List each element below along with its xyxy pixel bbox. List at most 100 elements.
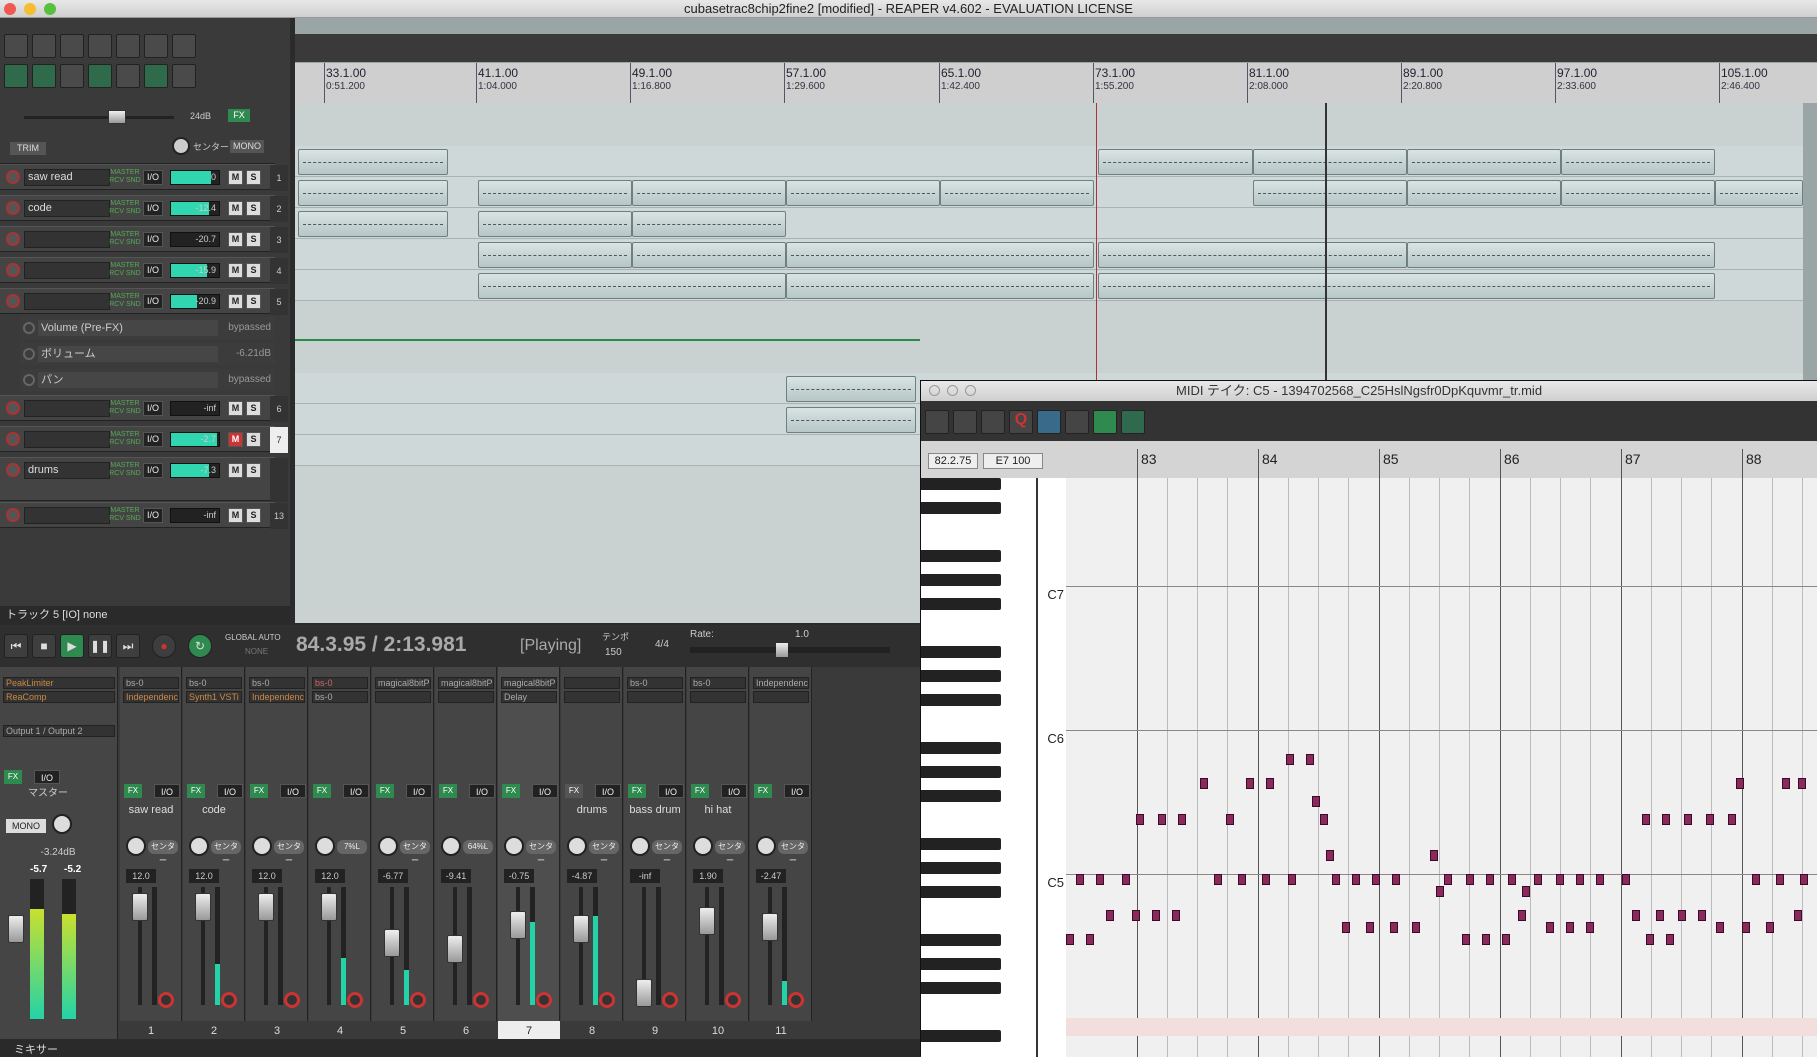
midi-note[interactable] (1390, 922, 1398, 933)
grid-icon[interactable] (116, 64, 140, 88)
track-volume[interactable]: -20.7 (170, 232, 220, 247)
fx-button[interactable]: FX (313, 784, 331, 798)
midi-note[interactable] (1576, 874, 1584, 885)
mute-button[interactable]: M (228, 401, 243, 416)
media-item[interactable] (1407, 242, 1715, 268)
record-arm-button[interactable] (788, 992, 804, 1008)
fx-slot[interactable]: magical8bitPlu (438, 677, 494, 689)
folder-icon[interactable] (270, 458, 288, 502)
fx-button[interactable]: FX (691, 784, 709, 798)
midi-note[interactable] (1412, 922, 1420, 933)
midi-note[interactable] (1632, 910, 1640, 921)
piano-roll-grid[interactable] (1036, 478, 1817, 1057)
solo-button[interactable]: S (246, 263, 261, 278)
list-view-icon[interactable] (925, 410, 949, 434)
project-settings-icon[interactable] (88, 34, 112, 58)
pan-knob[interactable] (378, 836, 398, 856)
midi-note[interactable] (1066, 934, 1074, 945)
solo-button[interactable]: S (246, 432, 261, 447)
media-item[interactable] (478, 242, 632, 268)
solo-button[interactable]: S (246, 232, 261, 247)
midi-note[interactable] (1200, 778, 1208, 789)
midi-note[interactable] (1752, 874, 1760, 885)
mute-button[interactable]: M (228, 294, 243, 309)
track-volume[interactable]: 0 (170, 170, 220, 185)
master-io-button[interactable]: I/O (34, 770, 60, 784)
midi-note[interactable] (1238, 874, 1246, 885)
record-arm-button[interactable] (6, 294, 20, 308)
pan-knob[interactable] (630, 836, 650, 856)
midi-note[interactable] (1646, 934, 1654, 945)
record-arm-button[interactable] (6, 263, 20, 277)
media-item[interactable] (1561, 149, 1715, 175)
redo-icon[interactable] (144, 34, 168, 58)
master-fx-button[interactable]: FX (4, 770, 22, 784)
volume-value[interactable]: 12.0 (252, 869, 282, 883)
midi-note[interactable] (1716, 922, 1724, 933)
track-volume[interactable]: -2.7 (170, 432, 220, 447)
midi-note[interactable] (1288, 874, 1296, 885)
fx-slot[interactable]: Independence (249, 691, 305, 703)
track-name[interactable] (24, 400, 110, 417)
fx-button[interactable]: FX (502, 784, 520, 798)
fx-slot[interactable]: Independence (753, 677, 809, 689)
mono-button[interactable]: MONO (6, 819, 46, 833)
media-item[interactable] (298, 180, 448, 206)
pan-knob[interactable] (504, 836, 524, 856)
record-arm-button[interactable] (284, 992, 300, 1008)
fx-slot[interactable]: Delay (501, 691, 557, 703)
volume-fader[interactable] (258, 893, 274, 921)
track-row[interactable]: saw read MASTER RCV SND I/O 0 M S 1 (0, 164, 288, 191)
volume-value[interactable]: 1.90 (693, 869, 723, 883)
track-name[interactable]: code (24, 200, 110, 217)
media-item[interactable] (1253, 149, 1407, 175)
midi-note[interactable] (1656, 910, 1664, 921)
open-project-icon[interactable] (32, 34, 56, 58)
solo-button[interactable]: S (246, 170, 261, 185)
midi-note[interactable] (1482, 934, 1490, 945)
midi-note[interactable] (1332, 874, 1340, 885)
envelope-lane[interactable]: Volume (Pre-FX) bypassed (20, 317, 275, 339)
fx-slot[interactable] (438, 691, 494, 703)
fx-slot[interactable]: PeakLimiter (3, 677, 115, 689)
midi-note[interactable] (1312, 796, 1320, 807)
media-item[interactable] (298, 149, 448, 175)
fx-slot[interactable] (375, 691, 431, 703)
track-name[interactable] (24, 262, 110, 279)
record-arm-button[interactable] (725, 992, 741, 1008)
midi-note[interactable] (1076, 874, 1084, 885)
quantize-icon[interactable]: Q (1009, 410, 1033, 434)
io-button[interactable]: I/O (143, 401, 163, 416)
record-arm-button[interactable] (662, 992, 678, 1008)
ripple-edit-icon[interactable] (32, 64, 56, 88)
media-item[interactable] (1098, 242, 1407, 268)
volume-fader[interactable] (447, 935, 463, 963)
midi-note[interactable] (1178, 814, 1186, 825)
media-item[interactable] (1098, 273, 1715, 299)
midi-note[interactable] (1172, 910, 1180, 921)
minimize-icon[interactable] (947, 385, 958, 396)
io-button[interactable]: I/O (784, 784, 810, 798)
volume-value[interactable]: -0.75 (504, 869, 534, 883)
master-volume-slider[interactable] (24, 116, 174, 119)
midi-note[interactable] (1736, 778, 1744, 789)
volume-value[interactable]: 12.0 (315, 869, 345, 883)
fx-button[interactable]: FX (628, 784, 646, 798)
fx-slot[interactable] (753, 691, 809, 703)
midi-note[interactable] (1306, 754, 1314, 765)
rate-slider-thumb[interactable] (776, 643, 788, 657)
midi-note[interactable] (1742, 922, 1750, 933)
volume-value[interactable]: 12.0 (126, 869, 156, 883)
midi-note[interactable] (1546, 922, 1554, 933)
fx-slot[interactable]: magical8bitPlu (501, 677, 557, 689)
media-item[interactable] (1407, 180, 1561, 206)
track-volume[interactable]: -inf (170, 508, 220, 523)
cursor-position[interactable]: 82.2.75 (928, 453, 978, 469)
volume-fader[interactable] (384, 929, 400, 957)
media-item[interactable] (298, 211, 448, 237)
fx-slot[interactable]: Independence (123, 691, 179, 703)
fx-button[interactable]: FX (376, 784, 394, 798)
io-button[interactable]: I/O (217, 784, 243, 798)
record-arm-button[interactable] (536, 992, 552, 1008)
midi-note[interactable] (1684, 814, 1692, 825)
